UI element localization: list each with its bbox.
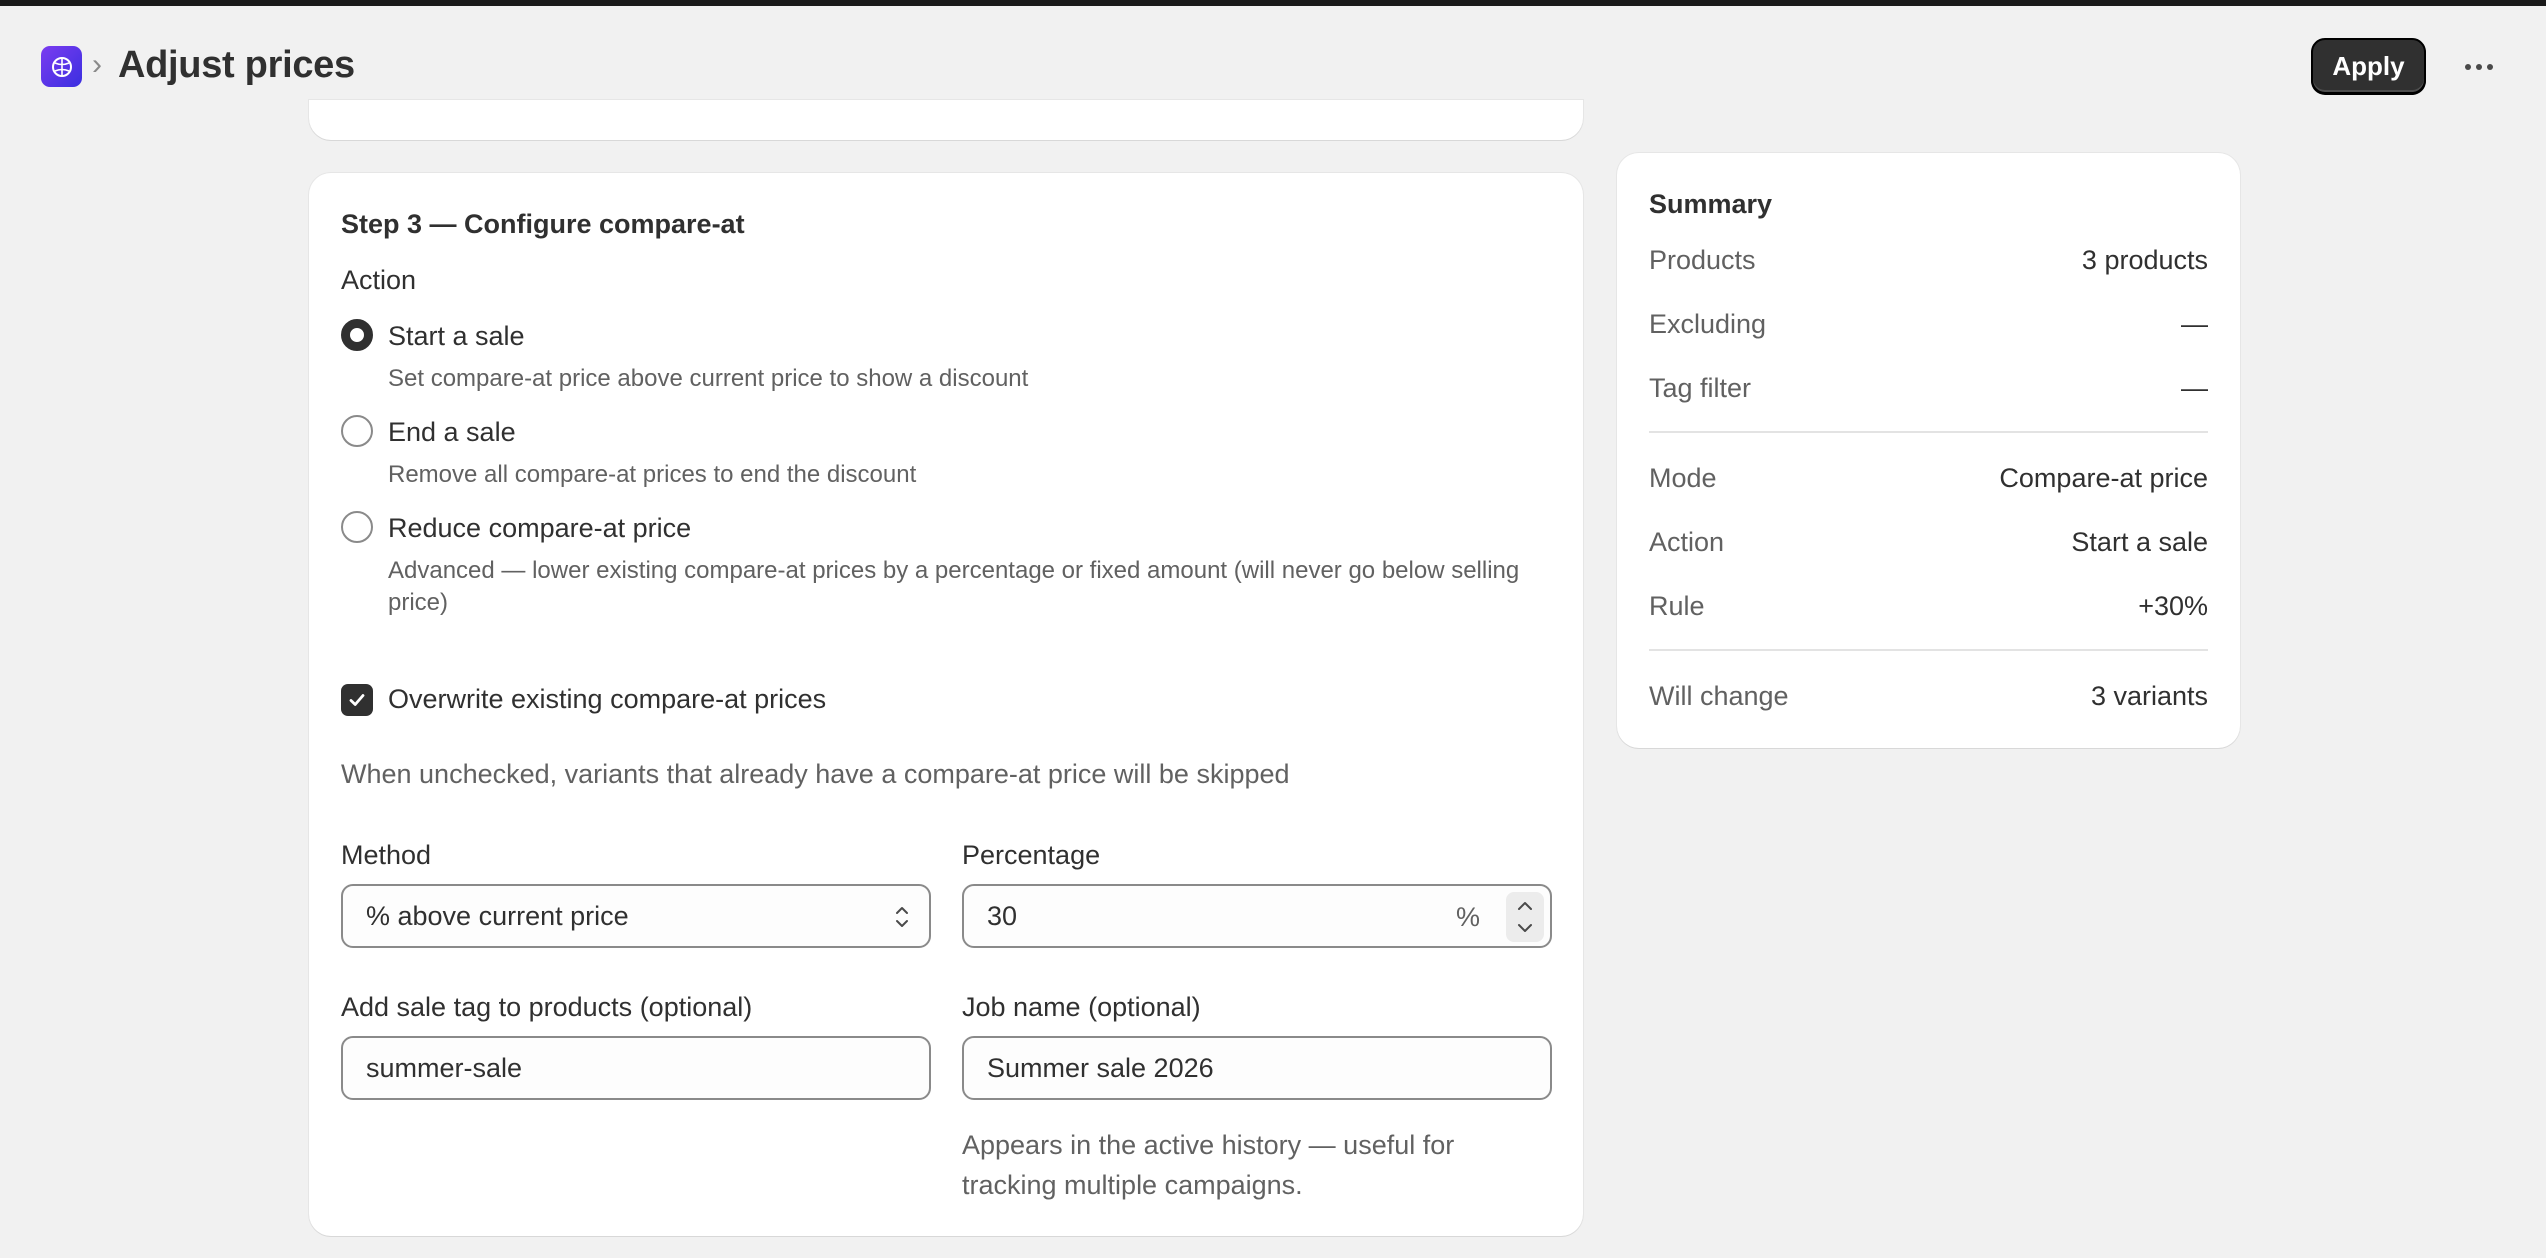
percentage-input[interactable]: 30 % <box>962 884 1552 948</box>
percentage-stepper[interactable] <box>1506 892 1544 942</box>
radio-start-sale[interactable] <box>341 319 373 351</box>
job-name-label: Job name (optional) <box>962 992 1201 1022</box>
sale-tag-label: Add sale tag to products (optional) <box>341 992 753 1022</box>
option-start-sale-label[interactable]: Start a sale <box>388 321 525 352</box>
select-chevrons-icon <box>896 907 908 927</box>
option-reduce-compare-at-label[interactable]: Reduce compare-at price <box>388 513 691 544</box>
app-logo-icon[interactable] <box>41 46 82 87</box>
sale-tag-input[interactable]: summer-sale <box>341 1036 931 1100</box>
summary-row-mode: Mode Compare-at price <box>1649 463 2208 493</box>
percentage-label: Percentage <box>962 840 1101 870</box>
summary-row-action: Action Start a sale <box>1649 527 2208 557</box>
overwrite-label[interactable]: Overwrite existing compare-at prices <box>388 684 826 715</box>
summary-divider <box>1649 649 2208 651</box>
step3-card: Step 3 — Configure compare-at Action Sta… <box>309 173 1583 1236</box>
more-dots-icon <box>2465 64 2471 70</box>
breadcrumb-chevron-icon: › <box>92 48 102 81</box>
step3-title: Step 3 — Configure compare-at <box>341 209 745 239</box>
overwrite-help: When unchecked, variants that already ha… <box>341 759 1290 789</box>
action-label: Action <box>341 265 417 295</box>
option-reduce-compare-at-help: Advanced — lower existing compare-at pri… <box>388 557 1520 616</box>
method-label: Method <box>341 840 432 870</box>
more-actions-button[interactable] <box>2458 46 2500 88</box>
radio-end-sale[interactable] <box>341 415 373 447</box>
option-end-sale-help: Remove all compare-at prices to end the … <box>388 461 917 488</box>
method-select[interactable]: % above current price <box>341 884 931 948</box>
summary-title: Summary <box>1649 189 1773 219</box>
radio-reduce-compare-at[interactable] <box>341 511 373 543</box>
percentage-suffix: % <box>1455 902 1480 932</box>
summary-row-will-change: Will change 3 variants <box>1649 681 2208 711</box>
summary-row-rule: Rule +30% <box>1649 591 2208 621</box>
apply-button[interactable]: Apply <box>2311 38 2426 94</box>
job-name-help: Appears in the active history — useful f… <box>962 1130 1455 1200</box>
checkmark-icon <box>349 694 365 706</box>
summary-row-excluding: Excluding — <box>1649 309 2208 339</box>
summary-card: Summary Products 3 products Excluding — … <box>1617 153 2240 748</box>
page-title: Adjust prices <box>118 44 355 86</box>
summary-row-tag-filter: Tag filter — <box>1649 373 2208 403</box>
overwrite-checkbox[interactable] <box>341 684 373 716</box>
percentage-value: 30 <box>987 900 1018 931</box>
job-name-value: Summer sale 2026 <box>987 1052 1214 1083</box>
job-name-input[interactable]: Summer sale 2026 <box>962 1036 1552 1100</box>
summary-divider <box>1649 431 2208 433</box>
method-select-value: % above current price <box>366 900 629 931</box>
previous-step-card <box>309 100 1583 140</box>
stepper-chevrons-icon <box>1518 902 1532 932</box>
option-start-sale-help: Set compare-at price above current price… <box>388 365 1029 392</box>
sale-tag-value: summer-sale <box>366 1052 523 1083</box>
option-end-sale-label[interactable]: End a sale <box>388 417 516 448</box>
summary-row-products: Products 3 products <box>1649 245 2208 275</box>
